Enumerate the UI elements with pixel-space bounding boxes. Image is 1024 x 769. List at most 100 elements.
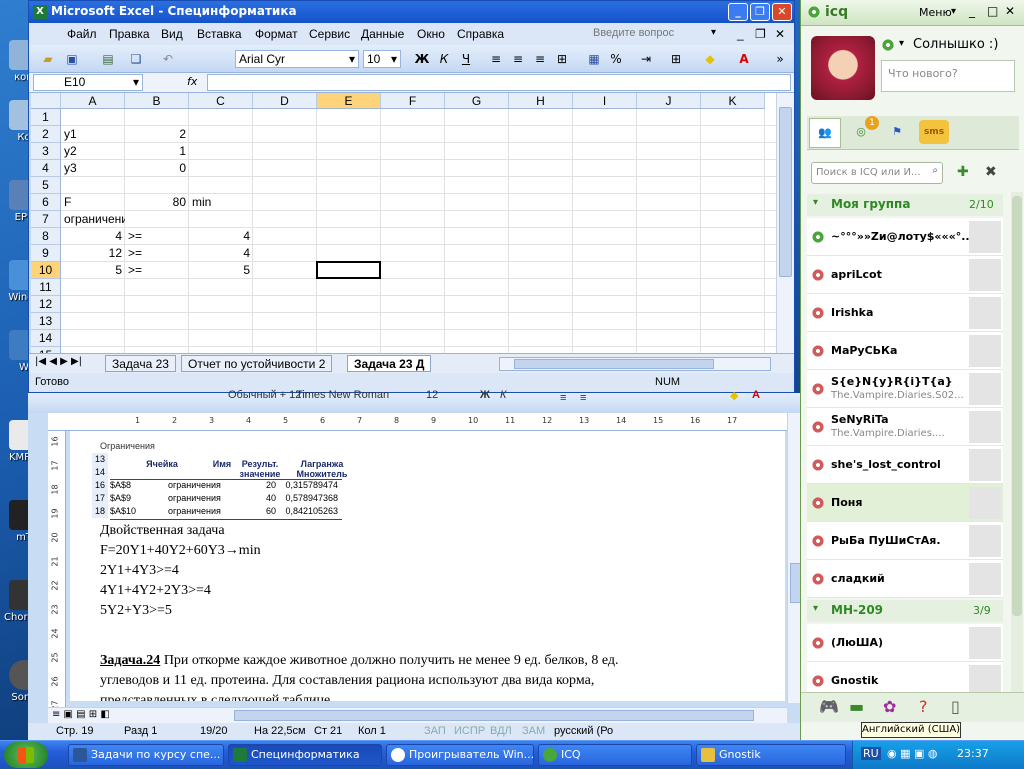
- font-color-icon[interactable]: A: [733, 50, 755, 68]
- close-button[interactable]: ✕: [1005, 4, 1015, 18]
- word-horizontal-scrollbar[interactable]: ≡ ▣ ▤ ⊞ ◧: [48, 707, 787, 723]
- tab-sensitivity-report-2[interactable]: Отчет по устойчивости 2: [181, 355, 333, 372]
- cell-C6[interactable]: min: [189, 194, 253, 211]
- column-header[interactable]: K: [701, 93, 765, 109]
- contact-item[interactable]: SeNyRiTa The.Vampire.Diaries....: [807, 408, 1003, 446]
- column-header[interactable]: H: [509, 93, 573, 109]
- column-header[interactable]: G: [445, 93, 509, 109]
- horizontal-scrollbar[interactable]: [499, 357, 771, 371]
- contact-item[interactable]: ~°°°»»Zи@лоту$«««°...: [807, 218, 1003, 256]
- column-header[interactable]: E: [317, 93, 381, 109]
- size-select[interactable]: 12: [426, 389, 438, 401]
- toolbar-options-icon[interactable]: »: [773, 50, 787, 68]
- nickname[interactable]: Солнышко :): [913, 37, 998, 52]
- cell-C10[interactable]: 5: [189, 262, 253, 279]
- doc-restore-button[interactable]: ❐: [755, 27, 766, 41]
- settings-icon[interactable]: ✖: [985, 164, 997, 180]
- font-color-icon[interactable]: A: [752, 389, 760, 401]
- status-ext[interactable]: ВДЛ: [490, 725, 512, 737]
- menu-window[interactable]: Окно: [417, 27, 445, 41]
- search-input[interactable]: Поиск в ICQ или И... ⌕: [811, 162, 943, 184]
- mood-input[interactable]: Что нового?: [881, 60, 1015, 92]
- row-header[interactable]: 8: [31, 228, 61, 245]
- contact-item[interactable]: Gnostik: [807, 662, 1003, 692]
- cell-A7[interactable]: ограничения: [61, 211, 125, 228]
- cell-B3[interactable]: 1: [125, 143, 189, 160]
- copy-icon[interactable]: ❏: [127, 50, 145, 68]
- print-icon[interactable]: ▤: [99, 50, 117, 68]
- column-header[interactable]: J: [637, 93, 701, 109]
- currency-icon[interactable]: ▦: [585, 50, 603, 68]
- contact-item[interactable]: сладкий: [807, 560, 1003, 598]
- status-ovr[interactable]: ЗАМ: [522, 725, 545, 737]
- scroll-thumb[interactable]: [1012, 196, 1022, 616]
- row-header[interactable]: 6: [31, 194, 61, 211]
- formula-input[interactable]: [207, 74, 791, 91]
- function-icon[interactable]: fx: [187, 75, 197, 88]
- font-name-select[interactable]: Arial Cyr ▾: [235, 50, 359, 68]
- flag-icon[interactable]: ⚑: [881, 118, 913, 148]
- excel-titlebar[interactable]: X Microsoft Excel - Специнформатика _ ❐ …: [29, 1, 794, 23]
- contact-item[interactable]: МаРуСЬКа: [807, 332, 1003, 370]
- avatar[interactable]: [811, 36, 875, 100]
- icq-titlebar[interactable]: icq Меню ▾ _ □ ✕: [801, 0, 1024, 26]
- cell-B8[interactable]: >=: [125, 228, 189, 245]
- row-header[interactable]: 13: [31, 313, 61, 330]
- vertical-scrollbar[interactable]: [776, 93, 794, 353]
- align-center-icon[interactable]: ≡: [509, 50, 527, 68]
- row-header[interactable]: 12: [31, 296, 61, 313]
- column-header[interactable]: B: [125, 93, 189, 109]
- menu-tools[interactable]: Сервис: [309, 27, 350, 41]
- status-flower-icon[interactable]: [881, 38, 895, 52]
- align-left-icon[interactable]: ≡: [560, 392, 566, 404]
- maximize-button[interactable]: ❐: [750, 3, 770, 21]
- maximize-button[interactable]: □: [987, 4, 998, 18]
- column-header[interactable]: I: [573, 93, 637, 109]
- align-left-icon[interactable]: ≡: [487, 50, 505, 68]
- help-icon[interactable]: ?: [919, 697, 928, 716]
- row-header[interactable]: 14: [31, 330, 61, 347]
- row-header[interactable]: 5: [31, 177, 61, 194]
- menu-insert[interactable]: Вставка: [197, 27, 242, 41]
- menu-data[interactable]: Данные: [361, 27, 404, 41]
- cell-A2[interactable]: y1: [61, 126, 125, 143]
- font-select[interactable]: Times New Roman: [296, 389, 389, 401]
- close-button[interactable]: ✕: [772, 3, 792, 21]
- column-header[interactable]: D: [253, 93, 317, 109]
- status-trk[interactable]: ИСПР: [454, 725, 485, 737]
- row-header[interactable]: 7: [31, 211, 61, 228]
- task-gnostik[interactable]: Gnostik: [696, 744, 846, 766]
- spreadsheet-grid[interactable]: ABCDEFGHIJK123456789101112131415y12y21y3…: [31, 93, 776, 364]
- highlight-icon[interactable]: ◆: [730, 389, 738, 402]
- percent-button[interactable]: %: [607, 50, 625, 68]
- menu-edit[interactable]: Правка: [109, 27, 150, 41]
- row-header[interactable]: 4: [31, 160, 61, 177]
- select-all-corner[interactable]: [31, 93, 61, 109]
- borders-icon[interactable]: ⊞: [665, 50, 687, 68]
- contact-item[interactable]: S{e}N{y}R{i}T{a} The.Vampire.Diaries.S02.…: [807, 370, 1003, 408]
- contact-item[interactable]: (ЛюША): [807, 624, 1003, 662]
- status-rec[interactable]: ЗАП: [424, 725, 446, 737]
- cell-A8[interactable]: 4: [61, 228, 125, 245]
- fill-color-icon[interactable]: ◆: [699, 50, 721, 68]
- italic-button[interactable]: К: [500, 389, 506, 401]
- tab-task-23-d[interactable]: Задача 23 Д: [347, 355, 432, 372]
- chevron-down-icon[interactable]: ▾: [899, 38, 904, 49]
- doc-close-button[interactable]: ✕: [775, 27, 785, 41]
- contact-item[interactable]: Поня: [807, 484, 1003, 522]
- group-header[interactable]: ▾ Моя группа 2/10: [807, 194, 1003, 216]
- row-header[interactable]: 10: [31, 262, 61, 279]
- task-excel[interactable]: Специнформатика: [228, 744, 382, 766]
- bold-button[interactable]: Ж: [413, 50, 431, 68]
- indent-icon[interactable]: ⇥: [637, 50, 655, 68]
- row-header[interactable]: 1: [31, 109, 61, 126]
- align-center-icon[interactable]: ≡: [580, 392, 586, 404]
- cell-A10[interactable]: 5: [61, 262, 125, 279]
- start-button[interactable]: [4, 742, 48, 768]
- tray-icons[interactable]: ◉ ▦ ▣ ◍: [887, 747, 937, 760]
- column-header[interactable]: A: [61, 93, 125, 109]
- scroll-thumb[interactable]: [779, 107, 792, 277]
- phone-icon[interactable]: ▯: [951, 697, 960, 716]
- menu-file[interactable]: Файл: [67, 27, 97, 41]
- cell-A9[interactable]: 12: [61, 245, 125, 262]
